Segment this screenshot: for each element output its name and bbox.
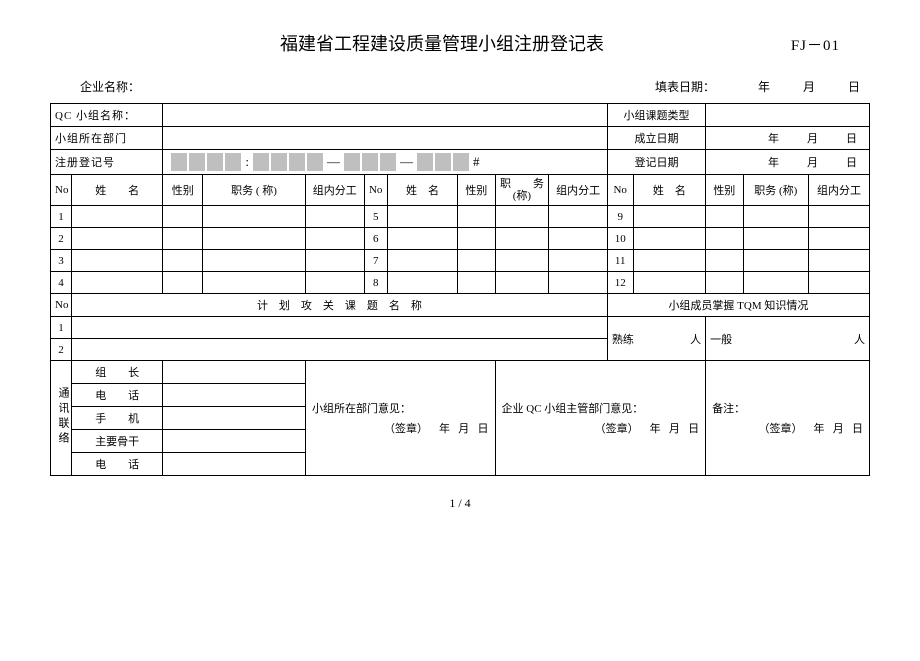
col-sex: 性别 (163, 175, 203, 206)
col-name: 姓 名 (72, 175, 163, 206)
fill-date: 填表日期： 年 月 日 (655, 78, 860, 95)
col-no: No (51, 175, 72, 206)
dept-opinion: 小组所在部门意见： （签章） 年 月 日 (306, 361, 496, 476)
col-job: 职务 ( 称) (203, 175, 306, 206)
regno-boxes: : — — # (163, 150, 608, 175)
contact-side: 通讯联络 (51, 361, 72, 476)
col-div2: 组内分工 (549, 175, 607, 206)
qc-name-label: QC 小组名称： (51, 104, 163, 127)
col-name3: 姓 名 (633, 175, 706, 206)
tqm-label: 小组成员掌握 TQM 知识情况 (607, 294, 869, 317)
member-row: 4 8 12 (51, 272, 870, 294)
dept-label: 小组所在部门 (51, 127, 163, 150)
general-cell: 一般 人 (706, 317, 870, 361)
page-number: 1 / 4 (50, 496, 870, 511)
tel2-label: 电 话 (72, 453, 163, 476)
company-label: 企业名称： (80, 78, 140, 95)
note: 备注： （签章） 年 月 日 (706, 361, 870, 476)
plan-title: 计 划 攻 关 课 题 名 称 (72, 294, 608, 317)
reg-date-value: 年月日 (706, 150, 870, 175)
col-name2: 姓 名 (387, 175, 457, 206)
reg-date-label: 登记日期 (607, 150, 705, 175)
leader-label: 组 长 (72, 361, 163, 384)
member-row: 2 6 10 (51, 228, 870, 250)
regno-label: 注册登记号 (51, 150, 163, 175)
col-div: 组内分工 (306, 175, 364, 206)
col-no3: No (607, 175, 633, 206)
col-job2: 职 务 (称) (495, 175, 549, 206)
row-qc-name: QC 小组名称： 小组课题类型 (51, 104, 870, 127)
form-code: FJ－01 (791, 34, 840, 55)
member-row: 1 5 9 (51, 206, 870, 228)
dept-value (163, 127, 608, 150)
plan-row-1: 1 熟练 人 一般 人 (51, 317, 870, 339)
page-title: 福建省工程建设质量管理小组注册登记表 (280, 30, 604, 56)
plan-no: No (51, 294, 72, 317)
found-date-label: 成立日期 (607, 127, 705, 150)
tel-label: 电 话 (72, 384, 163, 407)
col-job3: 职务 (称) (743, 175, 809, 206)
col-sex2: 性别 (458, 175, 495, 206)
backbone-label: 主要骨干 (72, 430, 163, 453)
top-meta-line: 企业名称： 填表日期： 年 月 日 (50, 74, 870, 103)
found-date-value: 年月日 (706, 127, 870, 150)
row-regno: 注册登记号 : — — # 登记日期 年月日 (51, 150, 870, 175)
col-no2: No (364, 175, 387, 206)
qc-opinion: 企业 QC 小组主管部门意见： （签章） 年 月 日 (495, 361, 706, 476)
topic-type-value (706, 104, 870, 127)
mobile-label: 手 机 (72, 407, 163, 430)
col-div3: 组内分工 (809, 175, 870, 206)
skilled-cell: 熟练 人 (607, 317, 705, 361)
col-sex3: 性别 (706, 175, 743, 206)
member-row: 3 7 11 (51, 250, 870, 272)
main-table: QC 小组名称： 小组课题类型 小组所在部门 成立日期 年月日 注册登记号 : … (50, 103, 870, 476)
plan-header: No 计 划 攻 关 课 题 名 称 小组成员掌握 TQM 知识情况 (51, 294, 870, 317)
member-header: No 姓 名 性别 职务 ( 称) 组内分工 No 姓 名 性别 职 务 (称)… (51, 175, 870, 206)
qc-name-value (163, 104, 608, 127)
contact-row: 通讯联络 组 长 小组所在部门意见： （签章） 年 月 日 企业 QC 小组主管… (51, 361, 870, 384)
row-dept: 小组所在部门 成立日期 年月日 (51, 127, 870, 150)
header: 福建省工程建设质量管理小组注册登记表 FJ－01 (50, 30, 870, 56)
topic-type-label: 小组课题类型 (607, 104, 705, 127)
